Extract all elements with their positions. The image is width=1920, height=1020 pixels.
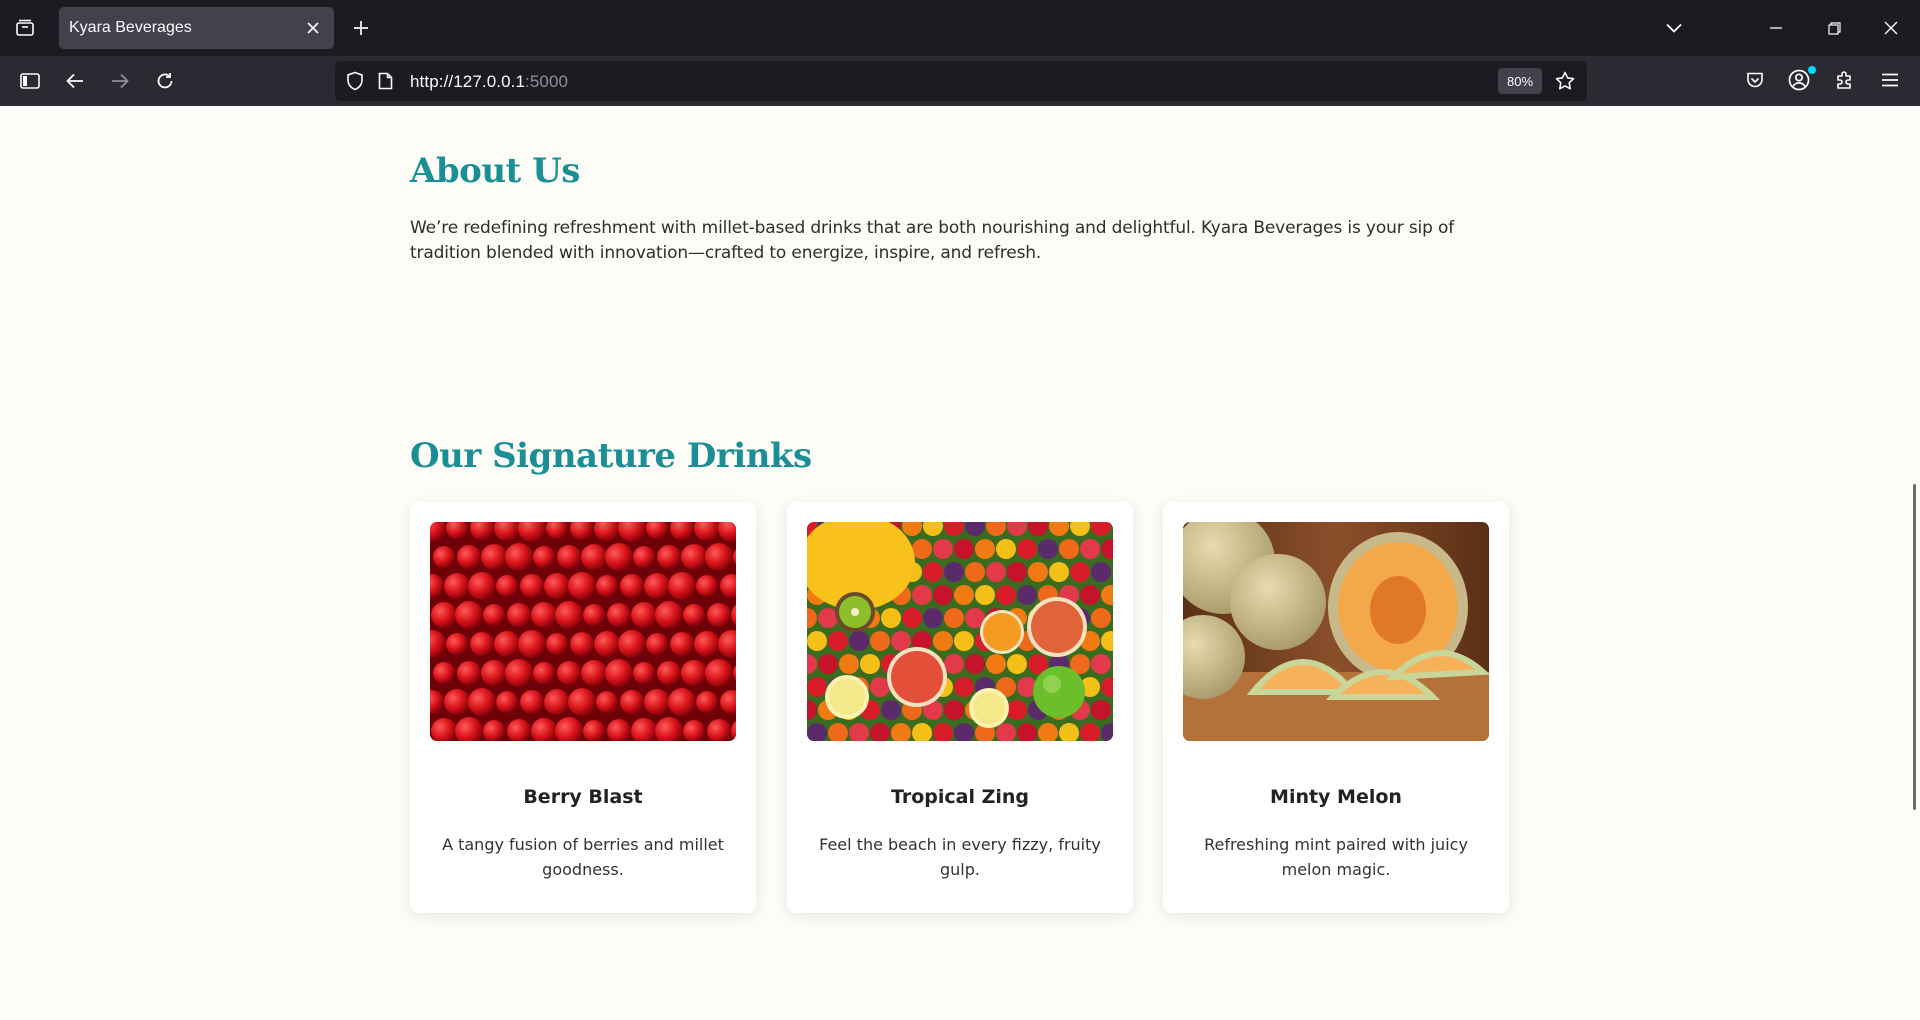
plus-icon[interactable] [347,14,375,42]
drink-desc: A tangy fusion of berries and millet goo… [442,835,724,879]
forward-arrow-icon[interactable] [105,66,135,96]
notification-dot [1808,66,1816,74]
chevron-down-icon[interactable] [1660,14,1688,42]
url-host: http://127.0.0.1 [410,72,526,91]
zoom-badge[interactable]: 80% [1498,68,1542,94]
puzzle-icon[interactable] [1831,66,1859,94]
drinks-heading: Our Signature Drinks [410,436,812,476]
tropical-fruit-image [807,522,1113,741]
url-bar[interactable]: http://127.0.0.1:5000 80% [335,61,1587,101]
tabs-overview-icon[interactable] [10,13,40,43]
pocket-icon[interactable] [1741,66,1769,94]
melon-image [1183,522,1489,741]
drink-card[interactable]: Berry Blast A tangy fusion of berries an… [410,502,756,913]
drink-desc: Refreshing mint paired with juicy melon … [1204,835,1468,879]
sidebar-icon[interactable] [15,66,45,96]
berry-image [430,522,736,741]
hamburger-menu-icon[interactable] [1876,66,1904,94]
drink-card[interactable]: Tropical Zing Feel the beach in every fi… [787,502,1133,913]
close-window-icon[interactable] [1877,14,1905,42]
back-arrow-icon[interactable] [60,66,90,96]
tab-bar: Kyara Beverages [0,0,1920,56]
restore-icon[interactable] [1820,14,1848,42]
scrollbar-thumb[interactable] [1913,484,1916,810]
url-text[interactable]: http://127.0.0.1:5000 [410,72,568,92]
minimize-icon[interactable] [1762,14,1790,42]
page-icon [373,69,397,93]
url-port: :5000 [525,72,569,91]
drink-title: Minty Melon [1270,786,1402,808]
browser-tab[interactable]: Kyara Beverages [59,7,334,49]
drink-title: Tropical Zing [890,786,1030,808]
drink-card[interactable]: Minty Melon Refreshing mint paired with … [1163,502,1509,913]
tab-title: Kyara Beverages [69,19,192,36]
reload-icon[interactable] [150,66,180,96]
star-icon[interactable] [1552,68,1578,94]
drink-title: Berry Blast [523,786,643,808]
close-icon[interactable] [304,19,322,37]
page-content: About Us We’re redefining refreshment wi… [0,106,1920,1020]
drink-desc: Feel the beach in every fizzy, fruity gu… [819,835,1101,879]
about-text: We’re redefining refreshment with millet… [410,218,1455,263]
about-heading: About Us [410,151,580,191]
shield-icon[interactable] [343,69,367,93]
